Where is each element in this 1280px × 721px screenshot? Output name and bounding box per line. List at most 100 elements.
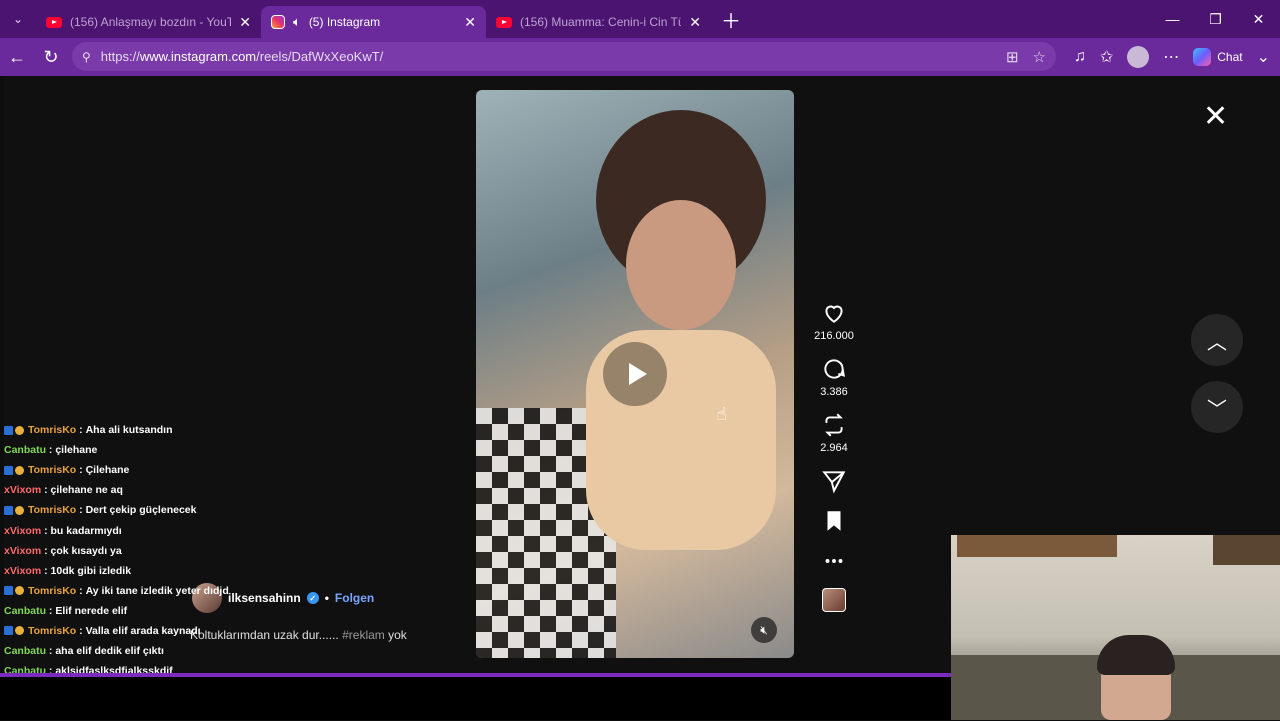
mute-button[interactable]: 🔇︎ bbox=[751, 617, 777, 643]
chat-message: TomrisKo : Valla elif arada kaynadı bbox=[0, 621, 300, 641]
chat-username: TomrisKo bbox=[28, 424, 77, 437]
chat-separator: : bbox=[46, 444, 56, 457]
webcam-overlay bbox=[951, 535, 1280, 720]
chat-username: xVixom bbox=[4, 564, 42, 577]
chat-text: Ay iki tane izledik yeter dıdjd bbox=[85, 584, 229, 597]
tab-title: (5) Instagram bbox=[308, 15, 381, 29]
more-icon[interactable]: ⋯ bbox=[1163, 47, 1179, 67]
repost-count: 2.964 bbox=[820, 442, 848, 454]
chat-separator: : bbox=[41, 564, 51, 577]
url-field[interactable]: ⚲ https://www.instagram.com/reels/DafWxX… bbox=[72, 42, 1056, 71]
chat-message: TomrisKo : Dert çekip güçlenecek bbox=[0, 500, 300, 520]
close-tab-icon[interactable]: ✕ bbox=[239, 14, 251, 31]
close-tab-icon[interactable]: ✕ bbox=[689, 14, 701, 31]
comment-button[interactable]: 3.386 bbox=[820, 356, 848, 398]
chat-text: Dert çekip güçlenecek bbox=[85, 504, 197, 517]
repost-button[interactable]: 2.964 bbox=[820, 412, 848, 454]
copilot-button[interactable]: Chat bbox=[1193, 48, 1243, 66]
chat-username: Canbatu bbox=[4, 444, 46, 457]
badge-icon bbox=[15, 425, 24, 435]
play-button[interactable] bbox=[603, 342, 667, 406]
chat-badges bbox=[4, 465, 24, 475]
chat-username: xVixom bbox=[4, 484, 42, 497]
speaker-icon[interactable]: 🔈︎ bbox=[293, 14, 301, 30]
youtube-icon bbox=[496, 16, 512, 28]
chat-message: xVixom : 10dk gibi izledik bbox=[0, 561, 300, 581]
music-icon[interactable]: ♫ bbox=[1074, 48, 1086, 66]
comment-count: 3.386 bbox=[820, 386, 848, 398]
chat-text: Elif nerede elif bbox=[55, 604, 128, 617]
tab-title: (156) Muamma: Cenin-i Cin Türk K bbox=[520, 15, 682, 29]
caption-hashtag[interactable]: #reklam bbox=[342, 628, 385, 642]
badge-icon bbox=[15, 626, 24, 636]
chat-username: Canbatu bbox=[4, 604, 46, 617]
badge-icon bbox=[4, 505, 13, 515]
chat-text: bu kadarmıydı bbox=[50, 524, 122, 537]
ellipsis-icon bbox=[825, 559, 843, 563]
chevron-down-icon[interactable]: ⌄ bbox=[1257, 47, 1270, 67]
close-window-icon[interactable]: ✕ bbox=[1237, 0, 1280, 38]
wall-frame bbox=[957, 535, 1117, 557]
badge-icon bbox=[15, 505, 24, 515]
reel-actions: 216.000 3.386 2.964 bbox=[806, 300, 862, 612]
profile-avatar[interactable] bbox=[1127, 46, 1150, 68]
chat-username: TomrisKo bbox=[28, 584, 77, 597]
close-tab-icon[interactable]: ✕ bbox=[464, 14, 476, 31]
verified-icon: ✓ bbox=[306, 592, 319, 604]
tab-actions-menu[interactable]: ⌄ bbox=[0, 0, 36, 38]
share-button[interactable] bbox=[821, 468, 847, 494]
previous-reel-button[interactable]: ︿ bbox=[1191, 314, 1243, 366]
next-reel-button[interactable]: ﹀ bbox=[1191, 381, 1243, 433]
like-button[interactable]: 216.000 bbox=[814, 300, 854, 342]
caption-after: yok bbox=[388, 628, 407, 642]
tab-youtube-2[interactable]: (156) Muamma: Cenin-i Cin Türk K ✕ bbox=[486, 6, 711, 38]
tab-instagram[interactable]: 🔈︎ (5) Instagram ✕ bbox=[261, 6, 486, 38]
chat-text: çok kısaydı ya bbox=[50, 544, 122, 557]
chat-message: xVixom : bu kadarmıydı bbox=[0, 520, 300, 540]
tab-youtube-1[interactable]: (156) Anlaşmayı bozdın - YouTube ✕ bbox=[36, 6, 261, 38]
refresh-button[interactable]: ↻ bbox=[34, 40, 68, 74]
chat-text: 10dk gibi izledik bbox=[50, 564, 132, 577]
new-tab-button[interactable]: ＋ bbox=[721, 5, 741, 34]
chat-separator: : bbox=[41, 484, 51, 497]
chevron-up-icon: ︿ bbox=[1207, 331, 1227, 354]
save-button[interactable] bbox=[821, 508, 847, 534]
repost-icon bbox=[825, 413, 843, 437]
like-count: 216.000 bbox=[814, 330, 854, 342]
site-info-icon[interactable]: ⚲ bbox=[82, 50, 91, 64]
chat-message: Canbatu : Elif nerede elif bbox=[0, 601, 300, 621]
youtube-icon bbox=[46, 16, 62, 28]
url-host: www.instagram.com bbox=[139, 49, 257, 64]
chat-badges bbox=[4, 505, 24, 515]
chat-separator: : bbox=[76, 424, 86, 437]
badge-icon bbox=[4, 626, 13, 636]
back-button[interactable]: ← bbox=[0, 40, 34, 74]
chat-separator: : bbox=[41, 524, 51, 537]
favorites-icon[interactable]: ✩ bbox=[1100, 47, 1113, 67]
close-icon[interactable]: ✕ bbox=[1203, 102, 1228, 132]
chat-badges bbox=[4, 626, 24, 636]
chat-message: TomrisKo : Çilehane bbox=[0, 460, 300, 480]
chat-username: Canbatu bbox=[4, 645, 46, 658]
chat-separator: : bbox=[41, 544, 51, 557]
follow-button[interactable]: Folgen bbox=[335, 591, 374, 605]
chat-text: Valla elif arada kaynadı bbox=[85, 624, 201, 637]
badge-icon bbox=[4, 586, 13, 596]
chat-text: çilehane bbox=[55, 444, 98, 457]
chat-message: TomrisKo : Aha ali kutsandın bbox=[0, 420, 300, 440]
overlay-bottom-strip bbox=[0, 677, 951, 720]
badge-icon bbox=[4, 465, 13, 475]
minimize-icon[interactable]: — bbox=[1151, 0, 1194, 38]
app-available-icon[interactable]: ⊞ bbox=[1006, 48, 1019, 66]
separator-dot: • bbox=[324, 591, 329, 605]
chat-separator: : bbox=[76, 464, 86, 477]
favorite-star-icon[interactable]: ☆ bbox=[1033, 48, 1046, 66]
audio-thumbnail[interactable] bbox=[822, 588, 846, 612]
heart-icon bbox=[825, 305, 843, 323]
more-options-button[interactable] bbox=[821, 548, 847, 574]
chat-text: Aha ali kutsandın bbox=[85, 424, 173, 437]
chat-message: xVixom : çilehane ne aq bbox=[0, 480, 300, 500]
chat-username: TomrisKo bbox=[28, 624, 77, 637]
restore-icon[interactable]: ❐ bbox=[1194, 0, 1237, 38]
chat-badges bbox=[4, 425, 24, 435]
